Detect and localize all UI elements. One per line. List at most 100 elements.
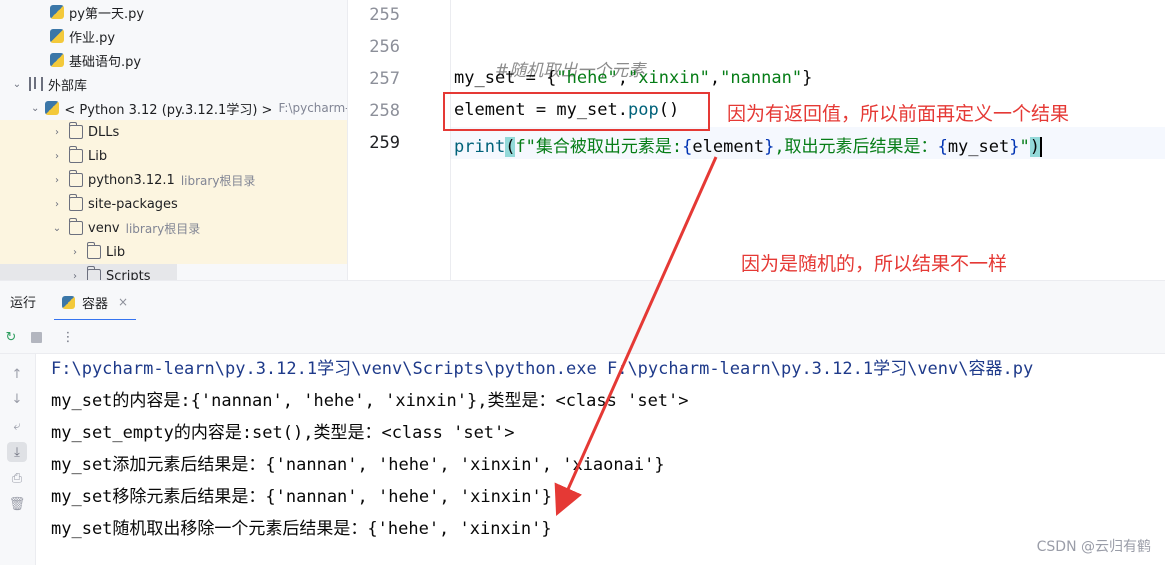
tree-item-site-packages[interactable]: › site-packages bbox=[0, 192, 347, 216]
code-paren: ) bbox=[1029, 137, 1040, 157]
chevron-down-icon[interactable]: ⌄ bbox=[31, 102, 39, 114]
watermark: CSDN @云归有鹤 bbox=[1036, 539, 1151, 555]
trash-icon[interactable]: 🗑 bbox=[7, 494, 27, 514]
code-token: , bbox=[617, 68, 629, 88]
code-token: , bbox=[709, 68, 721, 88]
python-file-icon bbox=[50, 5, 64, 19]
console-output[interactable]: F:\pycharm-learn\py.3.12.1学习\venv\Script… bbox=[36, 354, 1165, 565]
tree-item-python-sdk[interactable]: ⌄ < Python 3.12 (py.3.12.1学习) > F:\pycha… bbox=[0, 96, 347, 120]
code-fstring: " bbox=[1019, 137, 1030, 157]
tree-item-label: site-packages bbox=[88, 196, 178, 212]
python-file-icon bbox=[50, 53, 64, 67]
console-line: my_set的内容是:{'nannan', 'hehe', 'xinxin'},… bbox=[51, 391, 689, 411]
folder-icon bbox=[87, 266, 101, 280]
code-string: "hehe" bbox=[556, 68, 618, 88]
tree-item-label: Lib bbox=[106, 244, 126, 260]
code-token: my_set = { bbox=[454, 68, 557, 88]
scroll-to-end-icon[interactable]: ⤓ bbox=[7, 442, 27, 462]
tree-item-lib[interactable]: › Lib bbox=[0, 144, 347, 168]
library-icon bbox=[29, 77, 43, 91]
chevron-down-icon[interactable]: ⌄ bbox=[51, 222, 63, 234]
tree-item-python3121[interactable]: › python3.12.1 library根目录 bbox=[0, 168, 347, 192]
console-line: my_set移除元素后结果是：{'nannan', 'hehe', 'xinxi… bbox=[51, 487, 552, 507]
arrow-down-icon[interactable]: ↓ bbox=[7, 389, 27, 409]
folder-icon bbox=[69, 146, 83, 163]
code-var: element bbox=[692, 137, 765, 157]
rerun-icon[interactable]: ↻ bbox=[3, 329, 19, 345]
tree-item-basics[interactable]: 基础语句.py bbox=[0, 48, 347, 72]
line-number-gutter: 255 256 257 258 259 bbox=[349, 0, 451, 280]
line-number: 255 bbox=[369, 5, 400, 25]
folder-icon bbox=[69, 194, 83, 211]
tree-item-hint: library根目录 bbox=[180, 173, 256, 188]
chevron-right-icon[interactable]: › bbox=[69, 270, 81, 281]
code-token: } bbox=[802, 68, 813, 88]
more-options-icon[interactable]: ⋮ bbox=[60, 329, 76, 345]
chevron-right-icon[interactable]: › bbox=[51, 174, 63, 186]
tab-run-config[interactable]: 容器 × bbox=[54, 285, 137, 321]
annotation-highlight-box bbox=[443, 92, 710, 131]
tree-item-label: python3.12.1 bbox=[88, 172, 175, 188]
console-line: F:\pycharm-learn\py.3.12.1学习\venv\Script… bbox=[51, 359, 1034, 379]
code-line-259[interactable]: print(f"集合被取出元素是:{element},取出元素后结果是：{my_… bbox=[454, 132, 1042, 157]
tree-item-homework[interactable]: 作业.py bbox=[0, 24, 347, 48]
run-panel-title: 运行 bbox=[10, 296, 37, 311]
chevron-right-icon[interactable]: › bbox=[51, 198, 63, 210]
tree-item-dlls[interactable]: › DLLs bbox=[0, 120, 347, 144]
annotation-random-note: 因为是随机的，所以结果不一样 bbox=[741, 253, 1008, 275]
line-number: 259 bbox=[369, 133, 400, 153]
line-number: 257 bbox=[369, 69, 400, 89]
tab-label: 容器 bbox=[82, 296, 109, 312]
tree-item-hint: F:\pycharm-l bbox=[278, 101, 348, 115]
tree-item-py-day1[interactable]: py第一天.py bbox=[0, 0, 347, 24]
chevron-right-icon[interactable]: › bbox=[69, 246, 81, 258]
line-number: 258 bbox=[369, 101, 400, 121]
tree-item-label: DLLs bbox=[88, 124, 120, 140]
tree-item-label: 作业.py bbox=[69, 30, 116, 46]
arrow-up-icon[interactable]: ↑ bbox=[7, 364, 27, 384]
chevron-right-icon[interactable]: › bbox=[51, 126, 63, 138]
tree-item-label: venv bbox=[88, 220, 120, 236]
code-brace: } bbox=[764, 137, 775, 157]
python-sdk-icon bbox=[45, 101, 60, 115]
run-panel-header: 运行 容器 × bbox=[0, 280, 1165, 321]
folder-icon bbox=[69, 218, 83, 235]
code-fstring: f"集合被取出元素是: bbox=[515, 137, 683, 157]
tree-item-label: Lib bbox=[88, 148, 108, 164]
chevron-down-icon[interactable]: ⌄ bbox=[11, 78, 23, 90]
console-line: my_set随机取出移除一个元素后结果是：{'hehe', 'xinxin'} bbox=[51, 519, 552, 539]
print-icon[interactable]: ⎙ bbox=[7, 468, 27, 488]
code-string: "xinxin" bbox=[628, 68, 710, 88]
python-file-icon bbox=[50, 29, 64, 43]
annotation-pop-note: 因为有返回值，所以前面再定义一个结果 bbox=[727, 103, 1070, 125]
text-caret bbox=[1039, 137, 1042, 157]
code-string: "nannan" bbox=[720, 68, 803, 88]
console-line: my_set添加元素后结果是：{'nannan', 'hehe', 'xinxi… bbox=[51, 455, 665, 475]
code-paren: ( bbox=[505, 137, 516, 157]
tree-item-hint: library根目录 bbox=[125, 221, 201, 236]
tree-item-venv[interactable]: ⌄ venv library根目录 bbox=[0, 216, 347, 240]
soft-wrap-icon[interactable]: ⤶ bbox=[7, 416, 27, 436]
stop-icon[interactable] bbox=[28, 329, 44, 345]
chevron-right-icon[interactable]: › bbox=[51, 150, 63, 162]
code-line-257[interactable]: my_set = {"hehe","xinxin","nannan"} bbox=[454, 68, 812, 88]
code-brace: { bbox=[682, 137, 693, 157]
project-tree: py第一天.py 作业.py 基础语句.py ⌄ 外部库 ⌄ < Python … bbox=[0, 0, 348, 280]
code-var: my_set bbox=[947, 137, 1010, 157]
console-line: my_set_empty的内容是:set(),类型是：<class 'set'> bbox=[51, 423, 515, 443]
folder-icon bbox=[87, 242, 101, 259]
folder-icon bbox=[69, 122, 83, 139]
console-side-toolbar: ↑ ↓ ⤶ ⤓ ⎙ 🗑 bbox=[0, 354, 36, 565]
code-editor[interactable]: 255 256 257 258 259 #随机取出一个元素 my_set = {… bbox=[349, 0, 1165, 280]
close-icon[interactable]: × bbox=[118, 295, 128, 309]
tree-item-venv-lib[interactable]: › Lib bbox=[0, 240, 347, 264]
tree-item-label: 外部库 bbox=[48, 78, 88, 94]
code-fstring: ,取出元素后结果是： bbox=[774, 137, 938, 157]
tree-item-external-libs[interactable]: ⌄ 外部库 bbox=[0, 72, 347, 96]
code-call: print bbox=[454, 137, 506, 157]
tree-item-label: 基础语句.py bbox=[69, 54, 142, 70]
python-file-icon bbox=[62, 295, 75, 309]
code-brace: } bbox=[1009, 137, 1020, 157]
tree-item-scripts[interactable]: › Scripts bbox=[0, 264, 177, 280]
code-brace: { bbox=[937, 137, 948, 157]
